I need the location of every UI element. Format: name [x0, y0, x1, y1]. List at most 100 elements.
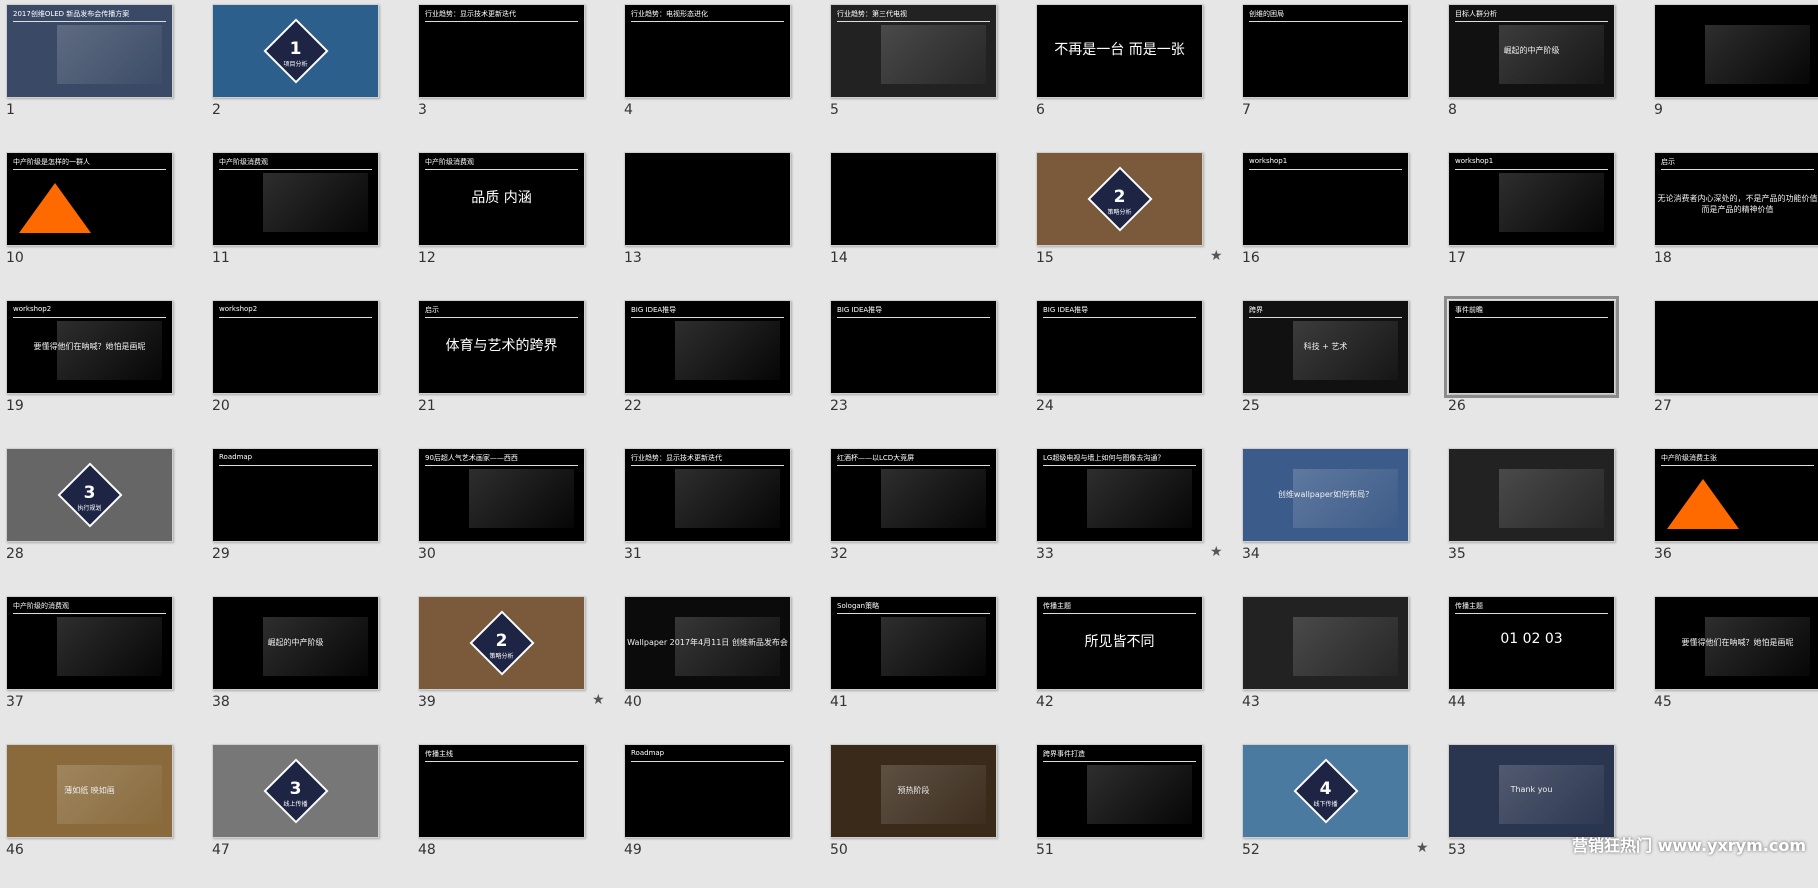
slide-cell[interactable]: workshop1 17 — [1442, 148, 1648, 296]
slide-cell[interactable]: Wallpaper 2017年4月11日 创维新品发布会 40 — [618, 592, 824, 740]
slide-thumbnail[interactable]: Roadmap — [212, 448, 379, 542]
slide-cell[interactable]: 启示 无论消费者内心深处的，不是产品的功能价值而是产品的精神价值 18 — [1648, 148, 1818, 296]
slide-cell[interactable]: Sologan策略 41 — [824, 592, 1030, 740]
slide-thumbnail[interactable]: 2017创维OLED 新品发布会传播方案 — [6, 4, 173, 98]
slide-thumbnail[interactable]: 2 策略分析 — [1036, 152, 1203, 246]
slide-thumbnail[interactable]: 中产阶级的消费观 — [6, 596, 173, 690]
slide-thumbnail[interactable] — [624, 152, 791, 246]
slide-thumbnail[interactable]: 行业趋势：第三代电视 — [830, 4, 997, 98]
slide-cell[interactable]: 行业趋势：电视形态进化 4 — [618, 0, 824, 148]
slide-cell[interactable]: 目标人群分析 崛起的中产阶级 8 — [1442, 0, 1648, 148]
slide-thumbnail[interactable]: workshop1 — [1242, 152, 1409, 246]
slide-cell[interactable]: 传播主题 01 02 03 44 — [1442, 592, 1648, 740]
slide-cell[interactable]: 27 — [1648, 296, 1818, 444]
slide-thumbnail[interactable]: workshop1 — [1448, 152, 1615, 246]
slide-cell[interactable]: 90后超人气艺术画家——西西 30 — [412, 444, 618, 592]
slide-cell[interactable]: workshop2 20 — [206, 296, 412, 444]
slide-thumbnail[interactable]: 薄如纸 映如画 — [6, 744, 173, 838]
slide-cell[interactable]: 43 — [1236, 592, 1442, 740]
slide-cell[interactable]: 中产阶级消费主张 36 — [1648, 444, 1818, 592]
slide-thumbnail[interactable]: 跨界事件打造 — [1036, 744, 1203, 838]
slide-cell[interactable]: 4 线下传播 52 ★ — [1236, 740, 1442, 888]
slide-cell[interactable]: 2 策略分析 39 ★ — [412, 592, 618, 740]
slide-cell[interactable]: BIG IDEA推导 22 — [618, 296, 824, 444]
slide-cell[interactable]: 中产阶级的消费观 37 — [0, 592, 206, 740]
slide-thumbnail[interactable]: Roadmap — [624, 744, 791, 838]
slide-thumbnail[interactable]: 行业趋势：电视形态进化 — [624, 4, 791, 98]
slide-thumbnail[interactable]: 3 执行规划 — [6, 448, 173, 542]
slide-thumbnail[interactable]: 事件前瞻 — [1444, 296, 1619, 398]
slide-cell[interactable]: Roadmap 49 — [618, 740, 824, 888]
slide-cell[interactable]: 14 — [824, 148, 1030, 296]
slide-thumbnail[interactable]: BIG IDEA推导 — [1036, 300, 1203, 394]
slide-thumbnail[interactable]: 跨界 科技 + 艺术 — [1242, 300, 1409, 394]
slide-thumbnail[interactable]: workshop2 要懂得他们在呐喊？她怕是画呢 — [6, 300, 173, 394]
slide-cell[interactable]: 不再是一台 而是一张 6 — [1030, 0, 1236, 148]
slide-thumbnail[interactable] — [1242, 596, 1409, 690]
slide-cell[interactable]: 35 — [1442, 444, 1648, 592]
slide-thumbnail[interactable]: workshop2 — [212, 300, 379, 394]
slide-cell[interactable]: 启示 体育与艺术的跨界 21 — [412, 296, 618, 444]
slide-cell[interactable]: 中产阶级消费观 品质 内涵 12 — [412, 148, 618, 296]
slide-thumbnail[interactable]: 行业趋势：显示技术更新迭代 — [624, 448, 791, 542]
slide-thumbnail[interactable] — [1654, 300, 1818, 394]
slide-cell[interactable]: 2 策略分析 15 ★ — [1030, 148, 1236, 296]
slide-cell[interactable]: 崛起的中产阶级 38 — [206, 592, 412, 740]
slide-cell[interactable]: 事件前瞻 26 — [1442, 296, 1648, 444]
slide-thumbnail[interactable]: 红酒杯——以LCD大竞屏 — [830, 448, 997, 542]
slide-cell[interactable]: 跨界 科技 + 艺术 25 — [1236, 296, 1442, 444]
slide-thumbnail[interactable]: 行业趋势：显示技术更新迭代 — [418, 4, 585, 98]
slide-thumbnail[interactable]: LG超级电视与墙上如何与图像去沟通？ — [1036, 448, 1203, 542]
slide-thumbnail[interactable]: 预热阶段 — [830, 744, 997, 838]
slide-cell[interactable]: 3 执行规划 28 — [0, 444, 206, 592]
slide-thumbnail[interactable]: 目标人群分析 崛起的中产阶级 — [1448, 4, 1615, 98]
slide-cell[interactable]: workshop1 16 — [1236, 148, 1442, 296]
slide-thumbnail[interactable]: 中产阶级消费主张 — [1654, 448, 1818, 542]
slide-cell[interactable]: 1 项目分析 2 — [206, 0, 412, 148]
slide-cell[interactable]: 13 — [618, 148, 824, 296]
slide-thumbnail[interactable]: 传播主线 — [418, 744, 585, 838]
slide-cell[interactable]: 9★ — [1648, 0, 1818, 148]
slide-cell[interactable]: 行业趋势：显示技术更新迭代 3 — [412, 0, 618, 148]
slide-cell[interactable]: 薄如纸 映如画 46 — [0, 740, 206, 888]
slide-thumbnail[interactable]: BIG IDEA推导 — [624, 300, 791, 394]
slide-cell[interactable]: 传播主题 所见皆不同 42 — [1030, 592, 1236, 740]
slide-cell[interactable]: LG超级电视与墙上如何与图像去沟通？ 33 ★ — [1030, 444, 1236, 592]
slide-thumbnail[interactable]: Sologan策略 — [830, 596, 997, 690]
slide-cell[interactable]: Roadmap 29 — [206, 444, 412, 592]
slide-cell[interactable]: 红酒杯——以LCD大竞屏 32 — [824, 444, 1030, 592]
slide-thumbnail[interactable]: BIG IDEA推导 — [830, 300, 997, 394]
slide-thumbnail[interactable]: 创维的困局 — [1242, 4, 1409, 98]
slide-cell[interactable]: BIG IDEA推导 23 — [824, 296, 1030, 444]
slide-thumbnail[interactable]: 4 线下传播 — [1242, 744, 1409, 838]
slide-thumbnail[interactable]: 3 线上传播 — [212, 744, 379, 838]
slide-thumbnail[interactable]: 要懂得他们在呐喊？她怕是画呢 — [1654, 596, 1818, 690]
slide-thumbnail[interactable] — [830, 152, 997, 246]
slide-cell[interactable]: 中产阶级消费观 11 — [206, 148, 412, 296]
slide-thumbnail[interactable]: Wallpaper 2017年4月11日 创维新品发布会 — [624, 596, 791, 690]
slide-cell[interactable]: 预热阶段 50 — [824, 740, 1030, 888]
slide-cell[interactable]: BIG IDEA推导 24 — [1030, 296, 1236, 444]
slide-cell[interactable]: 创维的困局 7 — [1236, 0, 1442, 148]
slide-thumbnail[interactable]: 崛起的中产阶级 — [212, 596, 379, 690]
slide-thumbnail[interactable]: 中产阶级消费观 品质 内涵 — [418, 152, 585, 246]
slide-thumbnail[interactable] — [1448, 448, 1615, 542]
slide-thumbnail[interactable]: 中产阶级消费观 — [212, 152, 379, 246]
slide-thumbnail[interactable]: 启示 体育与艺术的跨界 — [418, 300, 585, 394]
slide-thumbnail[interactable]: Thank you — [1448, 744, 1615, 838]
slide-thumbnail[interactable]: 启示 无论消费者内心深处的，不是产品的功能价值而是产品的精神价值 — [1654, 152, 1818, 246]
slide-cell[interactable]: 创维wallpaper如何布局？ 34 — [1236, 444, 1442, 592]
slide-cell[interactable]: Thank you 53 — [1442, 740, 1648, 888]
slide-thumbnail[interactable]: 2 策略分析 — [418, 596, 585, 690]
slide-cell[interactable]: 2017创维OLED 新品发布会传播方案 1 — [0, 0, 206, 148]
slide-cell[interactable]: 行业趋势：显示技术更新迭代 31 — [618, 444, 824, 592]
slide-cell[interactable]: 跨界事件打造 51 — [1030, 740, 1236, 888]
slide-thumbnail[interactable]: 90后超人气艺术画家——西西 — [418, 448, 585, 542]
slide-thumbnail[interactable]: 传播主题 所见皆不同 — [1036, 596, 1203, 690]
slide-cell[interactable]: 传播主线 48 — [412, 740, 618, 888]
slide-cell[interactable]: 行业趋势：第三代电视 5 — [824, 0, 1030, 148]
slide-thumbnail[interactable]: 创维wallpaper如何布局？ — [1242, 448, 1409, 542]
slide-cell[interactable]: workshop2 要懂得他们在呐喊？她怕是画呢 19 — [0, 296, 206, 444]
slide-cell[interactable]: 3 线上传播 47 — [206, 740, 412, 888]
slide-thumbnail[interactable]: 中产阶级是怎样的一群人 — [6, 152, 173, 246]
